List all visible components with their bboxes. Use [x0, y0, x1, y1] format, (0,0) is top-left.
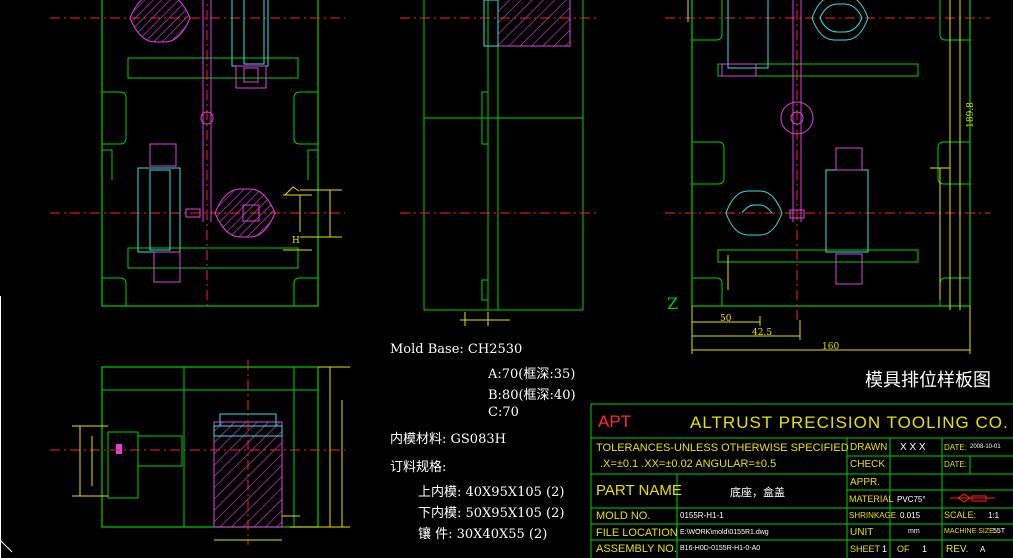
- sheet-label: SHEET: [850, 544, 881, 554]
- cad-drawing-canvas: 模具排位样板图 Z Mold Base: CH2530 A:70(框深:35) …: [0, 0, 1013, 558]
- tolerance-values: .X=±0.1 .XX=±0.02 ANGULAR=±0.5: [600, 458, 777, 470]
- dim-side-right: 189.8: [965, 102, 976, 128]
- machine-size-value: 55T: [993, 528, 1006, 535]
- mold-no-value: 0155R-H1-1: [680, 511, 724, 520]
- tolerance-header: TOLERANCES-UNLESS OTHERWISE SPECIFIED: [596, 442, 849, 454]
- dim-42-5: 42.5: [752, 328, 773, 338]
- material-label: MATERIAL: [849, 494, 894, 504]
- drawn-value: X X X: [900, 442, 926, 453]
- unit-label: UNIT: [850, 527, 874, 538]
- order-spec-note: 订料规格:: [390, 460, 447, 475]
- rev-label: REV.: [946, 544, 969, 555]
- view-label: Z: [667, 294, 679, 313]
- assembly-no-value: B16-H0D-0155R-H1-0-A0: [680, 545, 761, 552]
- dim-50: 50: [720, 314, 732, 324]
- insert-material-note: 内模材料: GS083H: [390, 432, 506, 447]
- scale-label: SCALE:: [944, 510, 977, 520]
- right-plan-view: [665, 0, 990, 354]
- company-name: ALTRUST PRECISION TOOLING CO. LTD.: [690, 413, 1013, 432]
- unit-value: mm: [908, 528, 920, 535]
- check-label: CHECK: [850, 459, 886, 470]
- date-label: DATE:: [944, 443, 967, 452]
- mold-base-note: Mold Base: CH2530: [390, 342, 523, 357]
- plate-b-note: B:80(框深:40): [488, 388, 576, 403]
- rev-value: A: [980, 545, 986, 554]
- assembly-no-label: ASSEMBLY NO.: [596, 543, 677, 555]
- ucs-icon: [0, 539, 13, 553]
- sheet-value: 1: [882, 544, 888, 554]
- lower-insert-note: 下内模: 50X95X105 (2): [418, 506, 565, 521]
- slider-note: 镶 件: 30X40X55 (2): [418, 527, 548, 542]
- file-location-label: FILE LOCATION: [596, 527, 678, 539]
- dim-160: 160: [822, 342, 840, 352]
- plate-c-note: C:70: [488, 405, 519, 420]
- upper-insert-note: 上内模: 40X95X105 (2): [418, 485, 565, 500]
- middle-section-view: [400, 0, 600, 326]
- appr-label: APPR.: [850, 477, 881, 488]
- mold-no-label: MOLD NO.: [596, 510, 651, 522]
- of-value: 1: [922, 544, 928, 554]
- side-section-view: [50, 360, 350, 545]
- dim-h-left: H: [292, 236, 300, 246]
- shrinkage-label: SHRINKAGE: [849, 511, 897, 520]
- cad-geometry: [0, 0, 1013, 558]
- file-location-value: E:\WORK\mold\0155R1.dwg: [680, 529, 769, 536]
- of-label: OF: [897, 544, 910, 554]
- drawing-title: 模具排位样板图: [865, 370, 991, 391]
- scale-value: 1:1: [988, 511, 1000, 520]
- material-value: PVC75°: [897, 495, 926, 504]
- date2-label: DATE:: [944, 460, 967, 469]
- drawn-label: DRAWN: [850, 442, 888, 453]
- left-plan-view: [50, 0, 345, 307]
- shrinkage-value: 0.015: [900, 511, 921, 520]
- date-value: 2008-10-01: [970, 444, 1001, 450]
- plate-a-note: A:70(框深:35): [488, 367, 576, 382]
- company-logo: APT: [598, 412, 632, 431]
- machine-size-label: MACHINE SIZE:: [944, 528, 996, 535]
- part-name-value: 底座，盒盖: [730, 487, 785, 499]
- part-name-label: PART NAME: [596, 482, 682, 499]
